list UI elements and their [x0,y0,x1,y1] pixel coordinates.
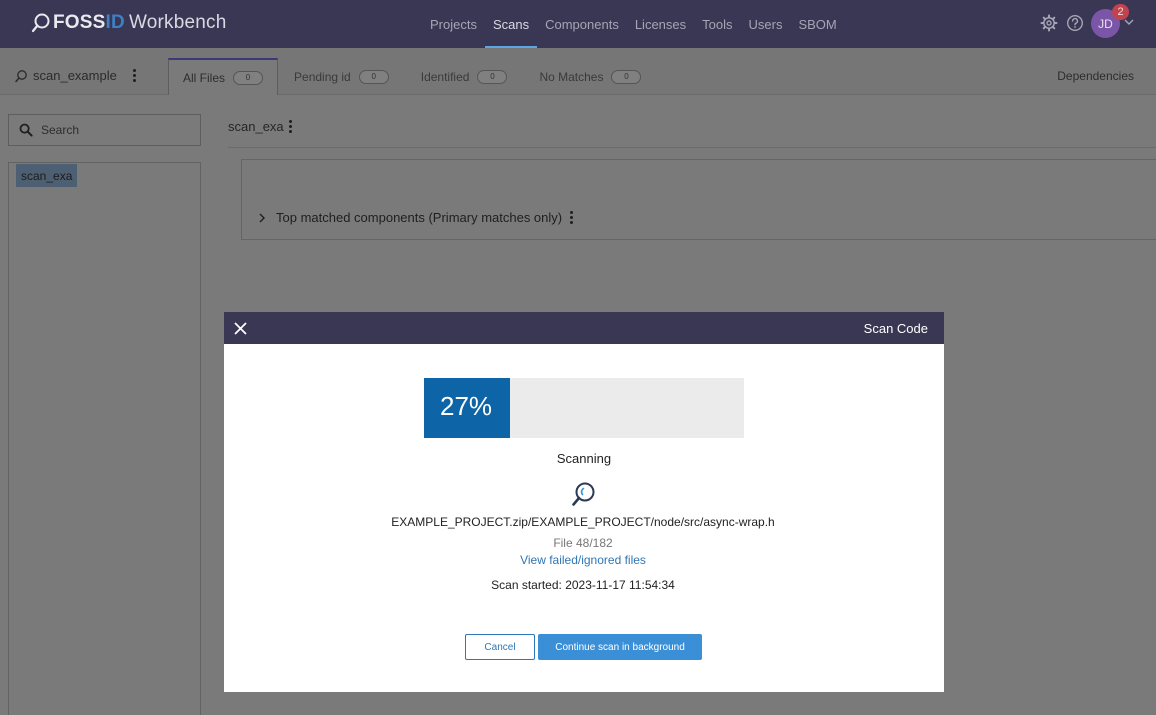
top-matched-toggle[interactable]: Top matched components (Primary matches … [258,210,574,225]
search-icon [19,123,33,137]
file-counter: File 48/182 [553,536,613,550]
scan-icon [15,69,27,82]
modal-header: Scan Code [224,312,944,344]
progress-percent: 27% [440,391,493,421]
top-navbar: FOSSID Workbench Projects Scans Component… [0,0,1156,48]
tab-count-badge: 0 [358,69,389,84]
logo-id: ID [105,12,125,33]
chevron-right-icon [259,213,265,222]
folder-title: scan_exa [228,119,284,134]
fossid-logo-icon [31,13,50,33]
logo-product: Workbench [128,12,227,33]
nav-users[interactable]: Users [741,0,791,48]
main-nav: Projects Scans Components Licenses Tools… [422,0,845,48]
current-file-path: EXAMPLE_PROJECT.zip/EXAMPLE_PROJECT/node… [391,515,775,529]
nav-scans[interactable]: Scans [484,0,538,48]
top-matched-menu-icon[interactable] [570,211,574,224]
modal-title: Scan Code [863,321,928,336]
scanning-magnifier-icon [572,482,595,506]
gear-icon[interactable] [1040,14,1058,32]
scan-started-time: Scan started: 2023-11-17 11:54:34 [491,578,675,592]
tab-count-badge: 0 [233,70,264,85]
tab-label: Identified [420,69,470,84]
divider [228,147,1156,148]
close-icon[interactable] [234,322,247,335]
scan-toolbar: scan_example All Files 0 Pending id 0 Id… [0,48,1156,95]
tab-label: All Files [183,70,226,85]
scan-name-label: scan_example [33,68,117,83]
nav-tools[interactable]: Tools [694,0,740,48]
tab-identified[interactable]: Identified 0 [405,58,524,95]
dependencies-link[interactable]: Dependencies [1057,69,1134,83]
scan-status: Scanning [556,451,612,466]
scan-progress-modal: Scan Code 27% Scanning EXAMPLE_PROJECT.z… [224,312,944,692]
file-search [8,114,201,146]
scan-name[interactable]: scan_example [14,68,117,83]
folder-menu-icon[interactable] [289,120,293,133]
logo-text: FOSSID Workbench [53,12,227,34]
scan-menu-icon[interactable] [133,69,137,82]
nav-licenses[interactable]: Licenses [627,0,694,48]
progress-bar: 27% [424,378,744,438]
tab-pending-id[interactable]: Pending id 0 [278,58,405,95]
file-tabs: All Files 0 Pending id 0 Identified 0 No… [168,58,657,95]
logo-foss: FOSS [53,12,106,33]
tree-root-node[interactable]: scan_exa [16,164,78,187]
view-failed-files-link[interactable]: View failed/ignored files [224,553,942,567]
file-tree: scan_exa [8,162,201,715]
tab-label: Pending id [294,69,351,84]
nav-components[interactable]: Components [537,0,627,48]
summary-card: Top matched components (Primary matches … [241,159,1156,240]
chevron-down-icon[interactable] [1123,17,1135,27]
tab-count-badge: 0 [611,69,642,84]
help-icon[interactable] [1066,14,1084,32]
continue-in-background-button[interactable]: Continue scan in background [538,634,702,660]
search-input[interactable] [41,123,191,137]
tab-count-badge: 0 [477,69,508,84]
tab-all-files[interactable]: All Files 0 [168,58,279,95]
top-matched-label: Top matched components (Primary matches … [276,210,563,225]
tab-label: No Matches [539,69,604,84]
nav-projects[interactable]: Projects [422,0,485,48]
nav-sbom[interactable]: SBOM [790,0,844,48]
fossid-logo[interactable]: FOSSID Workbench [30,12,227,34]
cancel-button[interactable]: Cancel [465,634,535,660]
tab-no-matches[interactable]: No Matches 0 [523,58,657,95]
